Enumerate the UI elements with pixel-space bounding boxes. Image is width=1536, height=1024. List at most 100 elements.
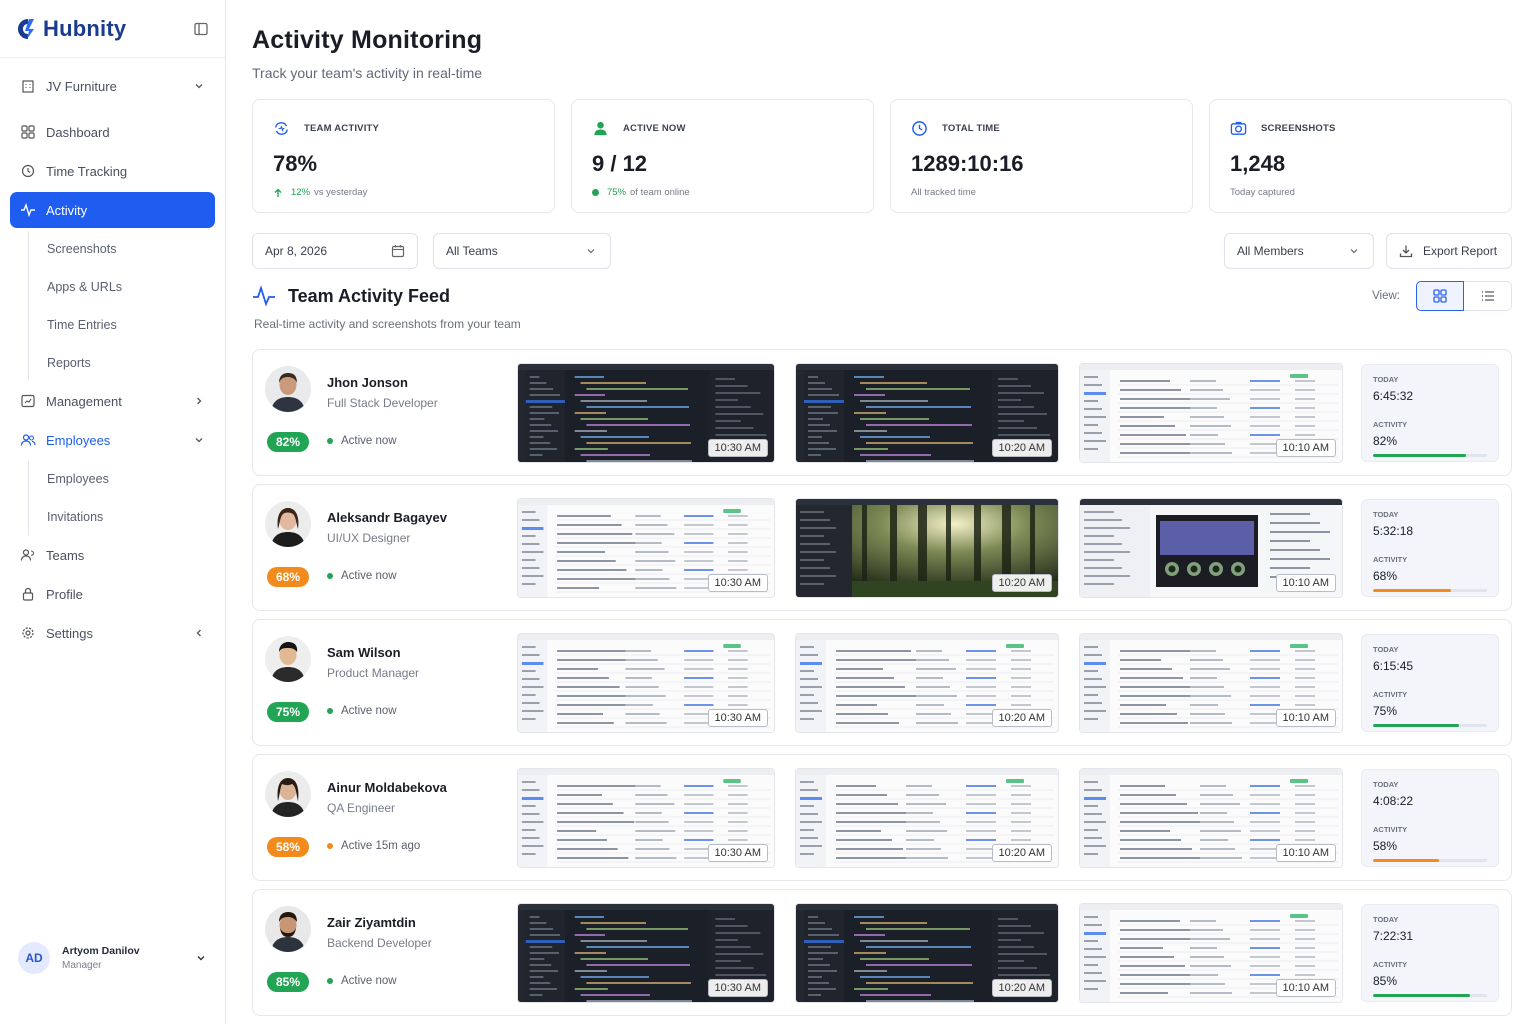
screenshot-time: 10:20 AM (991, 978, 1052, 997)
screenshot-time: 10:10 AM (1275, 438, 1336, 457)
members-select[interactable]: All Members (1224, 233, 1374, 269)
gear-icon (20, 625, 36, 641)
pulse-icon (20, 202, 36, 218)
date-picker[interactable]: Apr 8, 2026 (252, 233, 418, 269)
activity-label: ACTIVITY (1373, 554, 1408, 564)
stat-trend: 12% (291, 187, 311, 198)
today-label: TODAY (1373, 644, 1399, 654)
sidebar-item-dashboard[interactable]: Dashboard (10, 114, 215, 150)
member-avatar[interactable] (265, 366, 311, 412)
building-icon (20, 78, 36, 94)
export-report-button[interactable]: Export Report (1386, 233, 1512, 269)
workspace-selector[interactable]: JV Furniture (10, 68, 215, 104)
sidebar-item-time-tracking[interactable]: Time Tracking (10, 153, 215, 189)
person-photo-icon (265, 906, 311, 952)
today-time: 6:45:32 (1373, 388, 1414, 403)
activity-label: ACTIVITY (1373, 689, 1408, 699)
member-name: Jhon Jonson (327, 375, 408, 390)
today-label: TODAY (1373, 914, 1399, 924)
screenshot-thumbnail[interactable]: 10:10 AM (1079, 902, 1343, 1003)
sidebar-item-reports[interactable]: Reports (47, 345, 215, 381)
sidebar-nav: JV Furniture Dashboard Time Tracking Act… (0, 58, 225, 651)
sidebar-item-label: Screenshots (47, 242, 117, 256)
activity-progress-fill (1373, 858, 1440, 862)
member-role: UI/UX Designer (327, 531, 411, 545)
members-value: All Members (1237, 244, 1304, 258)
calendar-icon (391, 245, 405, 258)
screenshot-thumbnail[interactable]: 10:30 AM (517, 767, 775, 868)
screenshot-thumbnails: 10:30 AM 10:20 AM 10:10 AM (517, 497, 1343, 598)
screenshot-thumbnail[interactable]: 10:20 AM (795, 632, 1059, 733)
member-avatar[interactable] (265, 636, 311, 682)
sidebar-item-screenshots[interactable]: Screenshots (47, 231, 215, 267)
hubnity-logo-icon (18, 18, 34, 39)
sidebar-item-label: Time Entries (47, 318, 117, 332)
screenshot-thumbnail[interactable]: 10:30 AM (517, 632, 775, 733)
sidebar-item-employees-list[interactable]: Employees (47, 461, 215, 497)
member-avatar[interactable] (265, 501, 311, 547)
grid-view-button[interactable] (1416, 281, 1464, 311)
member-avatar[interactable] (265, 771, 311, 817)
activity-percent-badge: 85% (267, 972, 309, 992)
activity-progress-fill (1373, 723, 1459, 727)
feed-header: Team Activity Feed Real-time activity an… (252, 281, 1512, 331)
member-role: Backend Developer (327, 936, 432, 950)
sidebar-item-label: Invitations (47, 510, 104, 524)
member-avatar[interactable] (265, 906, 311, 952)
screenshot-thumbnail[interactable]: 10:10 AM (1079, 767, 1343, 868)
screenshot-thumbnail[interactable]: 10:20 AM (795, 902, 1059, 1003)
sidebar-item-profile[interactable]: Profile (10, 576, 215, 612)
stat-card-screenshots: SCREENSHOTS 1,248 Today captured (1209, 99, 1512, 213)
user-menu[interactable]: AD Artyom Danilov Manager (18, 942, 207, 974)
activity-progress-bar (1373, 993, 1487, 997)
member-name: Aleksandr Bagayev (327, 510, 447, 525)
activity-progress-bar (1373, 588, 1487, 592)
today-time: 7:22:31 (1373, 928, 1414, 943)
sidebar-item-apps-urls[interactable]: Apps & URLs (47, 269, 215, 305)
sidebar-item-label: Apps & URLs (47, 280, 123, 294)
activity-value: 68% (1373, 568, 1398, 583)
daily-summary: TODAY 5:32:18 ACTIVITY 68% (1361, 498, 1499, 597)
activity-percent-badge: 68% (267, 567, 309, 587)
activity-progress-bar (1373, 858, 1487, 862)
screenshot-thumbnail[interactable]: 10:20 AM (795, 767, 1059, 868)
screenshot-time: 10:20 AM (991, 843, 1052, 862)
list-view-button[interactable] (1464, 281, 1512, 311)
status-text: Active now (341, 435, 397, 447)
clock-icon (912, 121, 927, 136)
screenshot-thumbnail[interactable]: 10:10 AM (1079, 362, 1343, 463)
view-toggle: View: (1372, 281, 1512, 311)
sidebar-item-time-entries[interactable]: Time Entries (47, 307, 215, 343)
screenshot-time: 10:10 AM (1275, 708, 1336, 727)
sidebar-collapse-icon[interactable] (193, 21, 209, 37)
sidebar-item-activity[interactable]: Activity (10, 192, 215, 228)
stat-card-team-activity: TEAM ACTIVITY 78% 12% vs yesterday (252, 99, 555, 213)
screenshot-thumbnail[interactable]: 10:20 AM (795, 497, 1059, 598)
screenshot-thumbnail[interactable]: 10:10 AM (1079, 632, 1343, 733)
sidebar-item-management[interactable]: Management (10, 383, 215, 419)
stat-note: Today captured (1230, 187, 1295, 198)
stat-value: 9 / 12 (592, 151, 648, 176)
screenshot-thumbnail[interactable]: 10:30 AM (517, 497, 775, 598)
screenshot-thumbnail[interactable]: 10:30 AM (517, 902, 775, 1003)
feed-subtitle: Real-time activity and screenshots from … (254, 317, 521, 331)
status-dot (327, 708, 333, 714)
screenshot-thumbnail[interactable]: 10:30 AM (517, 362, 775, 463)
stat-note: of team online (630, 187, 690, 198)
sidebar-item-invitations[interactable]: Invitations (47, 499, 215, 535)
refresh-activity-icon (275, 122, 288, 135)
sidebar-item-settings[interactable]: Settings (10, 615, 215, 651)
sidebar-item-employees[interactable]: Employees (10, 422, 215, 458)
today-time: 6:15:45 (1373, 658, 1414, 673)
camera-icon (1230, 121, 1247, 135)
screenshot-thumbnail[interactable]: 10:10 AM (1079, 497, 1343, 598)
export-label: Export Report (1423, 244, 1498, 258)
lock-icon (20, 586, 36, 602)
member-info: Zair Ziyamtdin Backend Developer 85% Act… (265, 890, 517, 1015)
status-dot (327, 978, 333, 984)
screenshot-thumbnail[interactable]: 10:20 AM (795, 362, 1059, 463)
online-dot (592, 189, 599, 196)
sidebar-item-teams[interactable]: Teams (10, 537, 215, 573)
clock-history-icon (20, 163, 36, 179)
teams-select[interactable]: All Teams (433, 233, 611, 269)
